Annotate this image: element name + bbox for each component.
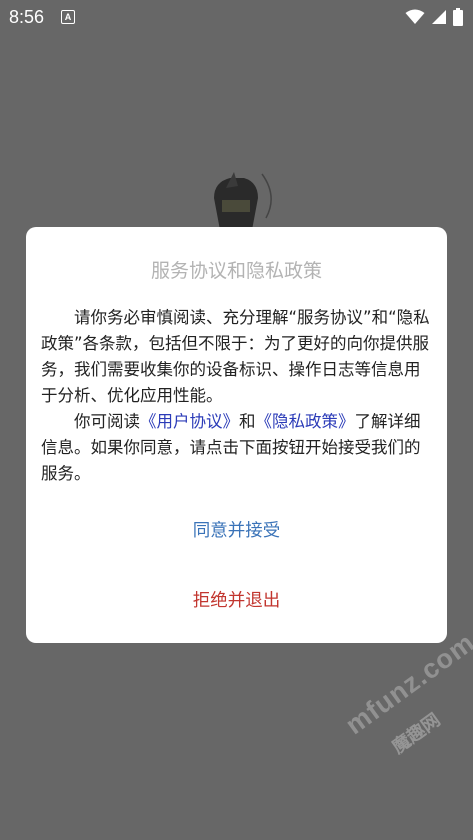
status-time: 8:56 [9, 7, 45, 27]
status-bar: 8:56 A [0, 0, 473, 34]
dialog-body: 请你务必审慎阅读、充分理解“服务协议”和“隐私政策”各条款，包括但不限于：为了更… [41, 305, 434, 487]
dialog-title: 服务协议和隐私政策 [150, 260, 322, 282]
app-logo-icon [214, 172, 272, 230]
paragraph-2-and: 和 [239, 412, 256, 431]
privacy-dialog: 服务协议和隐私政策 请你务必审慎阅读、充分理解“服务协议”和“隐私政策”各条款，… [26, 227, 447, 643]
reject-button[interactable]: 拒绝并退出 [26, 587, 447, 612]
status-icons [405, 7, 463, 27]
battery-icon [453, 8, 463, 26]
wifi-icon [405, 9, 425, 24]
paragraph-2-prefix: 你可阅读 [74, 412, 140, 431]
user-agreement-link[interactable]: 《用户协议》 [140, 412, 239, 431]
privacy-policy-link[interactable]: 《隐私政策》 [256, 412, 355, 431]
accept-button[interactable]: 同意并接受 [26, 517, 447, 542]
cellular-signal-icon [432, 10, 446, 24]
dialog-paragraph-1: 请你务必审慎阅读、充分理解“服务协议”和“隐私政策”各条款，包括但不限于：为了更… [41, 308, 430, 405]
notification-icon: A [61, 10, 75, 24]
dialog-paragraph-2: 你可阅读《用户协议》和《隐私政策》了解详细信息。如果你同意，请点击下面按钮开始接… [41, 409, 434, 487]
